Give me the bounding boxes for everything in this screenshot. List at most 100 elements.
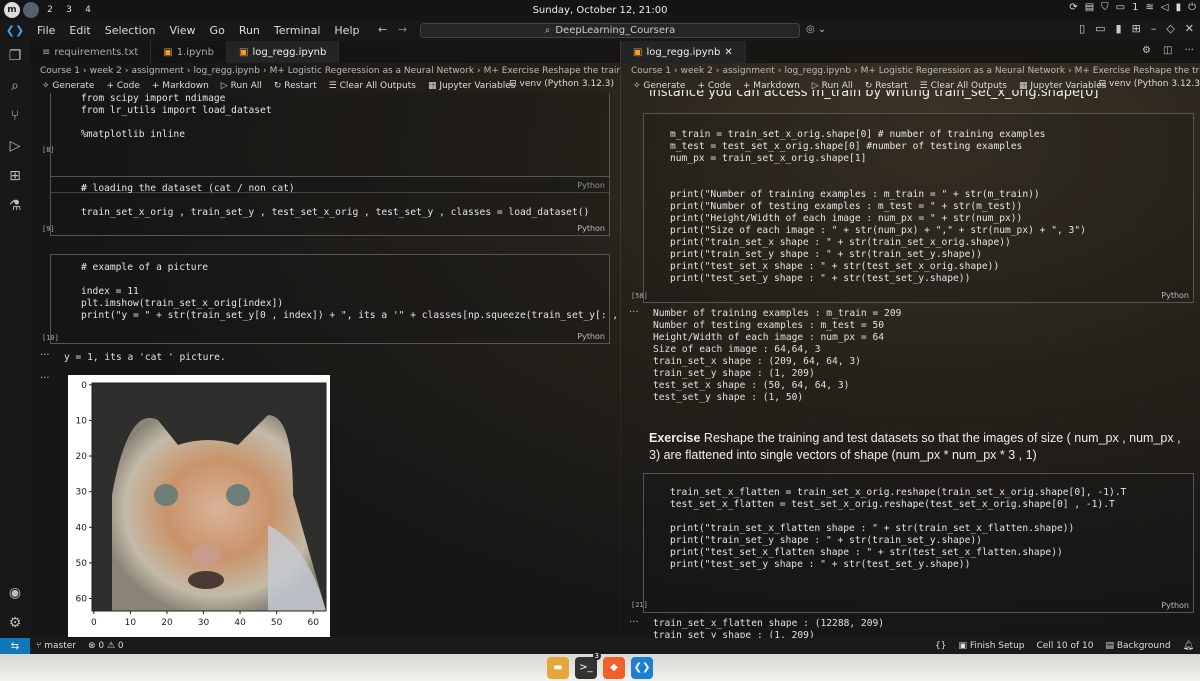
code-cell-21[interactable]: train_set_x_flatten = train_set_x_orig.r… xyxy=(643,473,1194,613)
clear-outputs-button[interactable]: ☰ Clear All Outputs xyxy=(329,81,416,91)
add-markdown-button[interactable]: + Markdown xyxy=(152,81,209,91)
kernel-picker[interactable]: ⊟ venv (Python 3.12.3 xyxy=(1099,79,1200,89)
cell-code[interactable]: m_train = train_set_x_orig.shape[0] # nu… xyxy=(670,129,1086,285)
problems-status[interactable]: ⊗ 0 ⚠ 0 xyxy=(82,641,130,651)
layout-icon[interactable]: ▯ xyxy=(1079,22,1085,35)
menu-view[interactable]: View xyxy=(162,24,202,37)
tab-log-regg-right[interactable]: ▣ log_regg.ipynb ✕ xyxy=(621,41,746,63)
add-markdown-button[interactable]: + Markdown xyxy=(743,81,800,91)
testing-icon[interactable]: ⚗ xyxy=(0,191,30,221)
command-center-search[interactable]: ⌕ DeepLearning_Coursera xyxy=(420,23,800,38)
restart-button[interactable]: ↻ Restart xyxy=(865,81,908,91)
branch-status[interactable]: ⑂ master xyxy=(30,641,82,651)
menu-help[interactable]: Help xyxy=(327,24,366,37)
jupyter-variables-button[interactable]: ▦ Jupyter Variables xyxy=(428,81,516,91)
crumb-4[interactable]: M+ Logistic Regeression as a Neural Netw… xyxy=(270,66,474,76)
crumb-5[interactable]: M+ Exercise Reshape the training and tes… xyxy=(484,66,620,76)
battery-icon[interactable]: ▮ xyxy=(1176,2,1182,13)
search-icon[interactable]: ⌕ xyxy=(0,71,30,101)
close-tab-icon[interactable]: ✕ xyxy=(724,47,732,58)
settings-gear-icon[interactable]: ⚙ xyxy=(0,608,30,638)
notifications-icon[interactable]: 🔔︎ xyxy=(1177,641,1200,651)
crumb-2[interactable]: assignment xyxy=(722,66,774,76)
generate-button[interactable]: ✧ Generate xyxy=(633,81,685,91)
vscode-icon[interactable]: ❮❯ xyxy=(631,656,653,679)
workspace-2[interactable]: 2 xyxy=(42,2,58,18)
files-icon[interactable]: ▬ xyxy=(547,656,569,679)
shield-icon[interactable]: ⛉ xyxy=(1101,2,1109,13)
source-control-icon[interactable]: ⑂ xyxy=(0,101,30,131)
explorer-icon[interactable]: ❐ xyxy=(0,41,30,71)
run-all-button[interactable]: ▷ Run All xyxy=(221,81,262,91)
tab-1-ipynb[interactable]: ▣ 1.ipynb xyxy=(151,41,227,63)
close-icon[interactable]: ✕ xyxy=(1185,22,1194,35)
crumb-3[interactable]: log_regg.ipynb xyxy=(193,66,260,76)
output-menu-icon[interactable]: ··· xyxy=(629,307,639,318)
maximize-icon[interactable]: ◇ xyxy=(1166,22,1174,35)
menu-logo-icon[interactable]: m xyxy=(4,2,20,18)
panel-icon[interactable]: ▭ xyxy=(1095,22,1105,35)
tab-log-regg[interactable]: ▣ log_regg.ipynb xyxy=(226,41,340,63)
crumb-5[interactable]: M+ Exercise Reshape the training and tes… xyxy=(1075,66,1200,76)
nav-forward-icon[interactable]: → xyxy=(398,23,407,36)
add-code-button[interactable]: + Code xyxy=(106,81,139,91)
workspace-4[interactable]: 4 xyxy=(80,2,96,18)
language-braces[interactable]: {} xyxy=(929,641,952,651)
wifi-icon[interactable]: ≋ xyxy=(1145,2,1153,13)
cell-indicator[interactable]: Cell 10 of 10 xyxy=(1031,641,1100,651)
kernel-picker[interactable]: ⊟ venv (Python 3.12.3) xyxy=(509,79,614,89)
cell-code[interactable]: from scipy import ndimage from lr_utils … xyxy=(81,93,272,141)
run-all-button[interactable]: ▷ Run All xyxy=(812,81,853,91)
output-menu-icon[interactable]: ··· xyxy=(40,350,50,361)
restart-button[interactable]: ↻ Restart xyxy=(274,81,317,91)
menu-run[interactable]: Run xyxy=(232,24,267,37)
run-debug-icon[interactable]: ▷ xyxy=(0,131,30,161)
code-cell-9[interactable]: # # loading the dataset (cat / non cat) … xyxy=(50,176,610,236)
crumb-1[interactable]: week 2 xyxy=(90,66,122,76)
crumb-0[interactable]: Course 1 xyxy=(40,66,80,76)
customize-layout-icon[interactable]: ⊞ xyxy=(1132,22,1141,35)
add-code-button[interactable]: + Code xyxy=(697,81,730,91)
cell-code[interactable]: # loading the dataset (cat / non cat) tr… xyxy=(81,183,589,219)
more-actions-icon[interactable]: ··· xyxy=(1178,41,1200,63)
clear-outputs-button[interactable]: ☰ Clear All Outputs xyxy=(920,81,1007,91)
menu-terminal[interactable]: Terminal xyxy=(267,24,328,37)
settings-icon[interactable]: ⚙ xyxy=(1136,41,1157,63)
output-menu-icon[interactable]: ··· xyxy=(629,617,639,628)
jupyter-variables-button[interactable]: ▦ Jupyter Variables xyxy=(1019,81,1107,91)
update-icon[interactable]: ⟳ xyxy=(1069,2,1077,13)
split-editor-icon[interactable]: ◫ xyxy=(1157,41,1178,63)
terminal-icon[interactable]: >_ 3 xyxy=(575,651,601,679)
cell-language[interactable]: Python xyxy=(1161,601,1189,610)
code-cell-10[interactable]: # example of a picture index = 11 plt.im… xyxy=(50,254,618,344)
menu-edit[interactable]: Edit xyxy=(62,24,97,37)
crumb-3[interactable]: log_regg.ipynb xyxy=(784,66,851,76)
generate-button[interactable]: ✧ Generate xyxy=(42,81,94,91)
crumb-2[interactable]: assignment xyxy=(131,66,183,76)
workspace-3[interactable]: 3 xyxy=(61,2,77,18)
cell-language[interactable]: Python xyxy=(1161,291,1189,300)
crumb-4[interactable]: M+ Logistic Regeression as a Neural Netw… xyxy=(861,66,1065,76)
account-icon[interactable]: ◉ xyxy=(0,578,30,608)
cell-code[interactable]: # example of a picture index = 11 plt.im… xyxy=(81,262,620,322)
tab-requirements[interactable]: ≡ requirements.txt xyxy=(30,41,152,63)
sidebar-icon[interactable]: ▮ xyxy=(1116,22,1122,35)
nav-back-icon[interactable]: ← xyxy=(378,23,387,36)
background-status[interactable]: ▤ Background xyxy=(1099,641,1176,651)
workspace-1[interactable] xyxy=(23,2,39,18)
volume-icon[interactable]: ◁ xyxy=(1161,2,1169,13)
power-icon[interactable]: ⏻ xyxy=(1188,2,1196,13)
minimize-icon[interactable]: – xyxy=(1151,22,1157,35)
output-menu-icon[interactable]: ··· xyxy=(40,373,50,384)
clipboard-count[interactable]: 1 xyxy=(1132,2,1138,13)
brave-browser-icon[interactable]: ◆ xyxy=(603,656,625,679)
code-cell-58[interactable]: m_train = train_set_x_orig.shape[0] # nu… xyxy=(643,113,1194,303)
remote-indicator-icon[interactable]: ⇆ xyxy=(0,638,30,654)
copilot-icon[interactable]: ◎ ⌄ xyxy=(806,24,826,35)
crumb-1[interactable]: week 2 xyxy=(681,66,713,76)
menu-selection[interactable]: Selection xyxy=(98,24,163,37)
cell-code[interactable]: train_set_x_flatten = train_set_x_orig.r… xyxy=(670,487,1126,571)
cell-language[interactable]: Python xyxy=(577,224,605,233)
clock[interactable]: Sunday, October 12, 21:00 xyxy=(0,5,1200,16)
crumb-0[interactable]: Course 1 xyxy=(631,66,671,76)
